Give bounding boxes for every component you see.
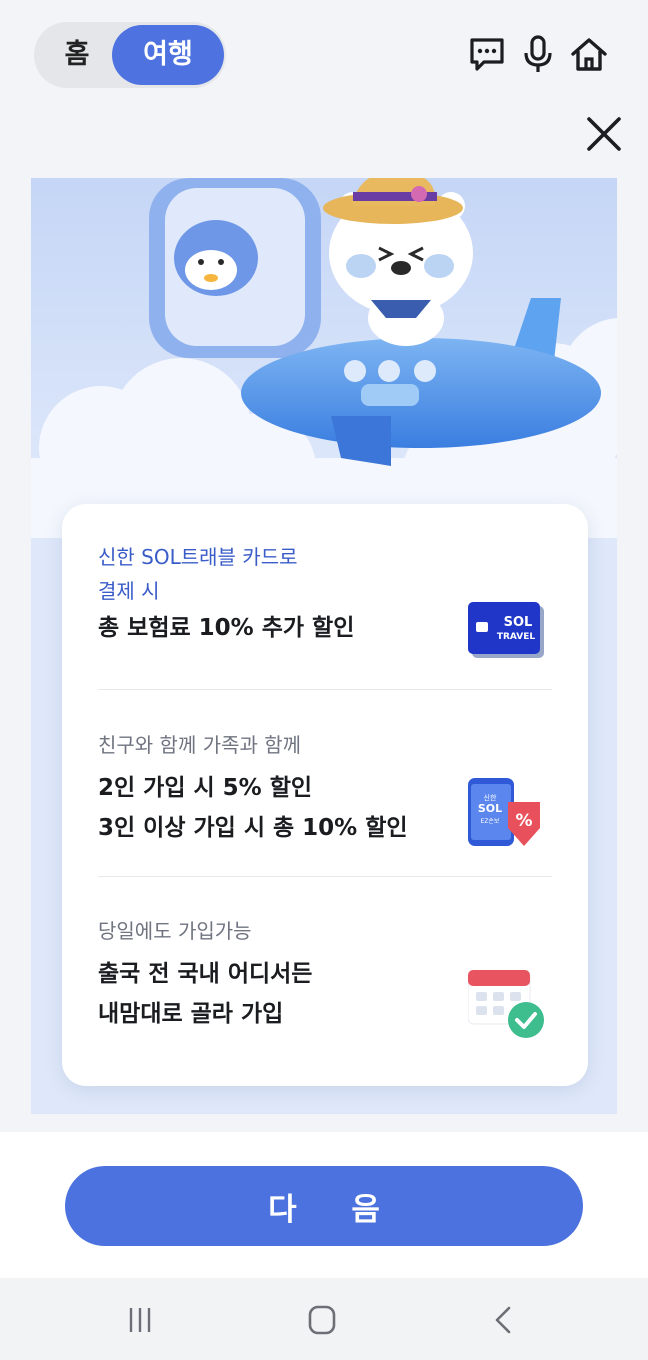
home-icon[interactable] (569, 34, 609, 74)
benefit-subtitle: 신한 SOL트래블 카드로 (98, 545, 298, 569)
phone-discount-icon: 신한 SOL EZ손보 % (468, 778, 540, 846)
recent-apps-icon[interactable] (122, 1304, 158, 1336)
back-icon[interactable] (486, 1304, 522, 1336)
sol-travel-card-icon: SOL TRAVEL (468, 602, 544, 658)
toggle-home[interactable]: 홈 (34, 22, 120, 88)
close-icon[interactable] (584, 114, 624, 154)
bottom-action-area: 다 음 (0, 1132, 648, 1278)
airplane-illustration (31, 178, 617, 538)
home-travel-toggle[interactable]: 홈 여행 (34, 22, 226, 88)
next-button[interactable]: 다 음 (65, 1166, 583, 1246)
microphone-icon[interactable] (518, 34, 558, 74)
benefit-subtitle: 친구와 함께 가족과 함께 (98, 733, 302, 757)
divider (98, 689, 552, 690)
card-badge-line2: TRAVEL (497, 632, 536, 642)
phone-label-3: EZ손보 (481, 818, 500, 825)
system-navigation-bar (0, 1278, 648, 1360)
phone-label-2: SOL (478, 802, 502, 815)
benefits-card: 신한 SOL트래블 카드로 결제 시 총 보험료 10% 추가 할인 SOL T… (62, 504, 588, 1086)
coupon-percent: % (515, 811, 532, 831)
top-bar: 홈 여행 (0, 0, 648, 110)
phone-label-1: 신한 (484, 793, 497, 802)
benefit-subtitle: 당일에도 가입가능 (98, 919, 252, 943)
card-badge-line1: SOL (504, 615, 533, 630)
toggle-travel[interactable]: 여행 (112, 25, 224, 85)
calendar-check-icon (468, 970, 544, 1038)
divider (98, 876, 552, 877)
home-nav-icon[interactable] (304, 1304, 340, 1336)
chat-icon[interactable] (467, 34, 507, 74)
